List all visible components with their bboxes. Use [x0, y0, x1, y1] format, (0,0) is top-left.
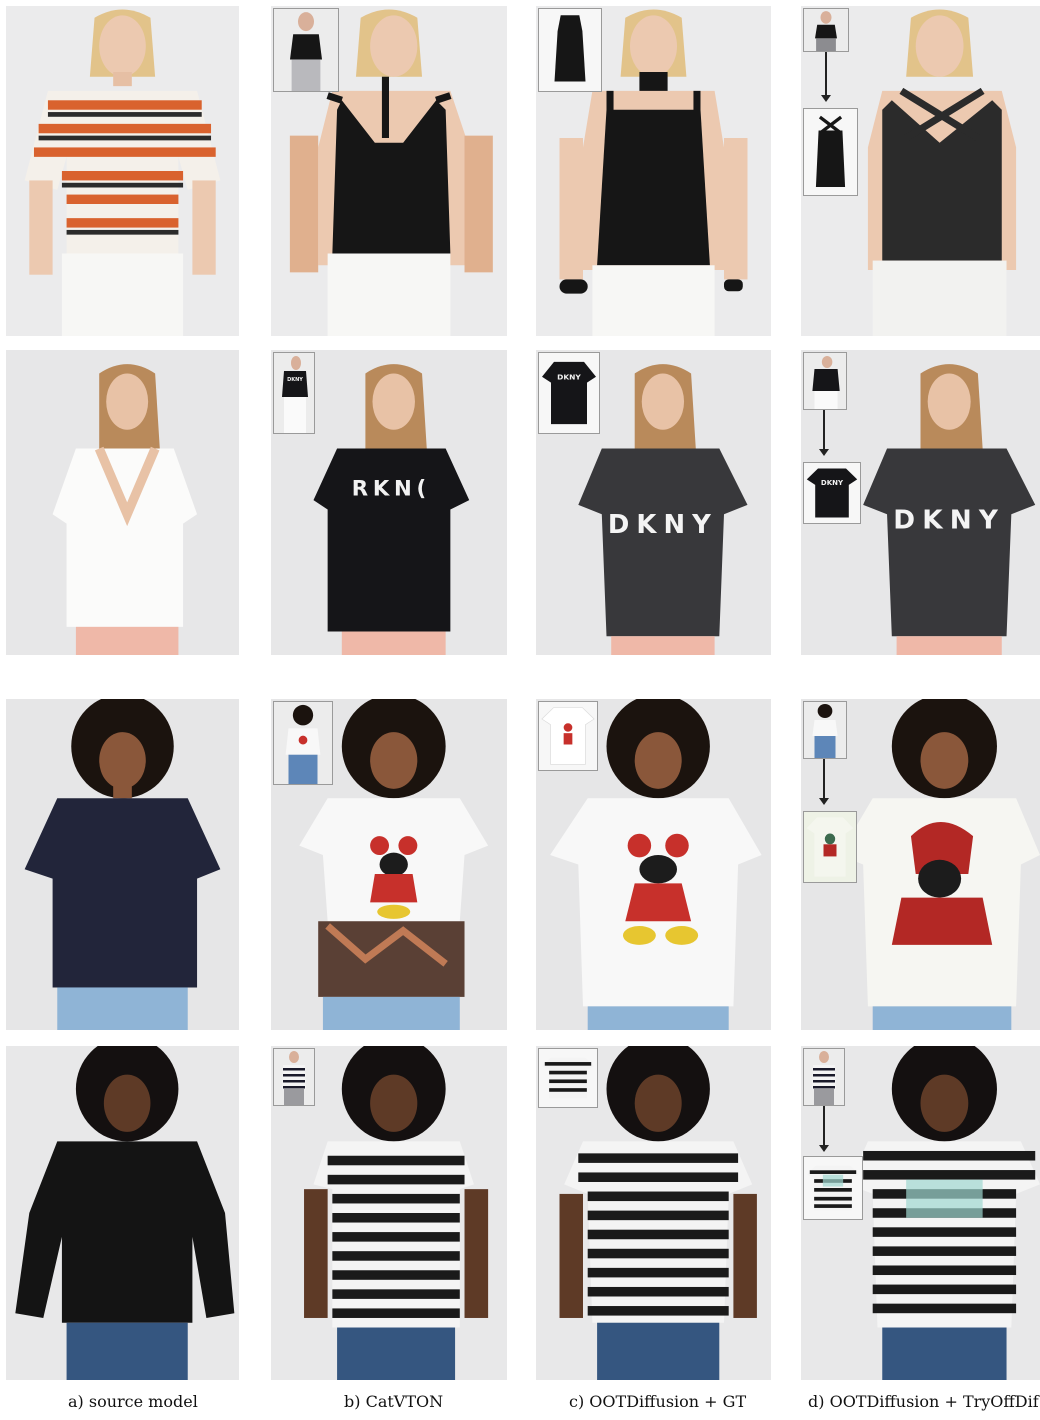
row3-catvton-garment-inset	[273, 701, 333, 785]
row4-source-model-image	[6, 1046, 239, 1380]
column-captions: a) source model b) CatVTON c) OOTDiffusi…	[0, 1392, 1040, 1420]
row2-source-model-image	[6, 350, 239, 655]
row4-ootdiffusion-tryoffdiff-result-image	[801, 1046, 1040, 1380]
row1-tryoffdiff-garment-inset	[803, 108, 858, 196]
row1-gt-garment-inset	[538, 8, 602, 92]
row1-ootdiffusion-tryoffdiff-result-image	[801, 6, 1040, 336]
row2-gt-garment-inset: DKNY	[538, 352, 600, 434]
row4-tryoffdiff-source-inset	[803, 1048, 845, 1106]
caption-ootdiffusion-tryoffdiff: d) OOTDiffusion + TryOffDif	[808, 1392, 1039, 1411]
row4-gt-garment-inset	[538, 1048, 598, 1108]
row3-source-model-image	[6, 699, 239, 1030]
row1-source-model-image	[6, 6, 239, 336]
row1-catvton-garment-inset	[273, 8, 339, 92]
row2-catvton-garment-inset: DKNY	[273, 352, 315, 434]
row2-tryoffdiff-garment-inset: DKNY	[803, 462, 861, 524]
row2-gt-inset-print-text: DKNY	[557, 373, 581, 382]
row4-ootdiffusion-gt-result-image	[536, 1046, 771, 1380]
caption-catvton: b) CatVTON	[344, 1392, 444, 1411]
row3-tryoffdiff-garment-inset	[803, 811, 857, 883]
row3-catvton-result-image	[271, 699, 507, 1030]
row2-tryoffdiff-arrow-icon	[819, 410, 829, 456]
comparison-grid: RKN( DKNY DKNY DKNY DKNY DKNY	[0, 0, 1040, 1380]
row1-tryoffdiff-source-inset	[803, 8, 849, 52]
row2-ootd-gt-print-text: DKNY	[608, 510, 718, 540]
row2-tryoff-print-text: DKNY	[893, 506, 1005, 536]
row3-ootdiffusion-gt-result-image	[536, 699, 771, 1030]
row2-catvton-result-image: RKN( DKNY	[271, 350, 507, 655]
caption-source-model: a) source model	[68, 1392, 198, 1411]
row3-tryoffdiff-arrow-icon	[819, 759, 829, 805]
row2-ootdiffusion-tryoffdiff-result-image: DKNY DKNY	[801, 350, 1040, 655]
row4-tryoffdiff-arrow-icon	[819, 1106, 829, 1152]
row2-tryoffdiff-source-inset	[803, 352, 847, 410]
row4-catvton-result-image	[271, 1046, 507, 1380]
row1-tryoffdiff-arrow-icon	[821, 52, 831, 102]
caption-ootdiffusion-gt: c) OOTDiffusion + GT	[569, 1392, 747, 1411]
row1-catvton-result-image	[271, 6, 507, 336]
row2-ootdiffusion-gt-result-image: DKNY DKNY	[536, 350, 771, 655]
row3-tryoffdiff-source-inset	[803, 701, 847, 759]
row4-tryoffdiff-garment-inset	[803, 1156, 863, 1220]
row2-catvton-inset-print-text: DKNY	[287, 377, 303, 383]
row3-ootdiffusion-tryoffdiff-result-image	[801, 699, 1040, 1030]
row4-catvton-garment-inset	[273, 1048, 315, 1106]
row3-gt-garment-inset	[538, 701, 598, 771]
row2-catvton-print-text: RKN(	[352, 476, 431, 501]
row1-ootdiffusion-gt-result-image	[536, 6, 771, 336]
row2-tryoff-inset-print-text: DKNY	[821, 479, 844, 487]
